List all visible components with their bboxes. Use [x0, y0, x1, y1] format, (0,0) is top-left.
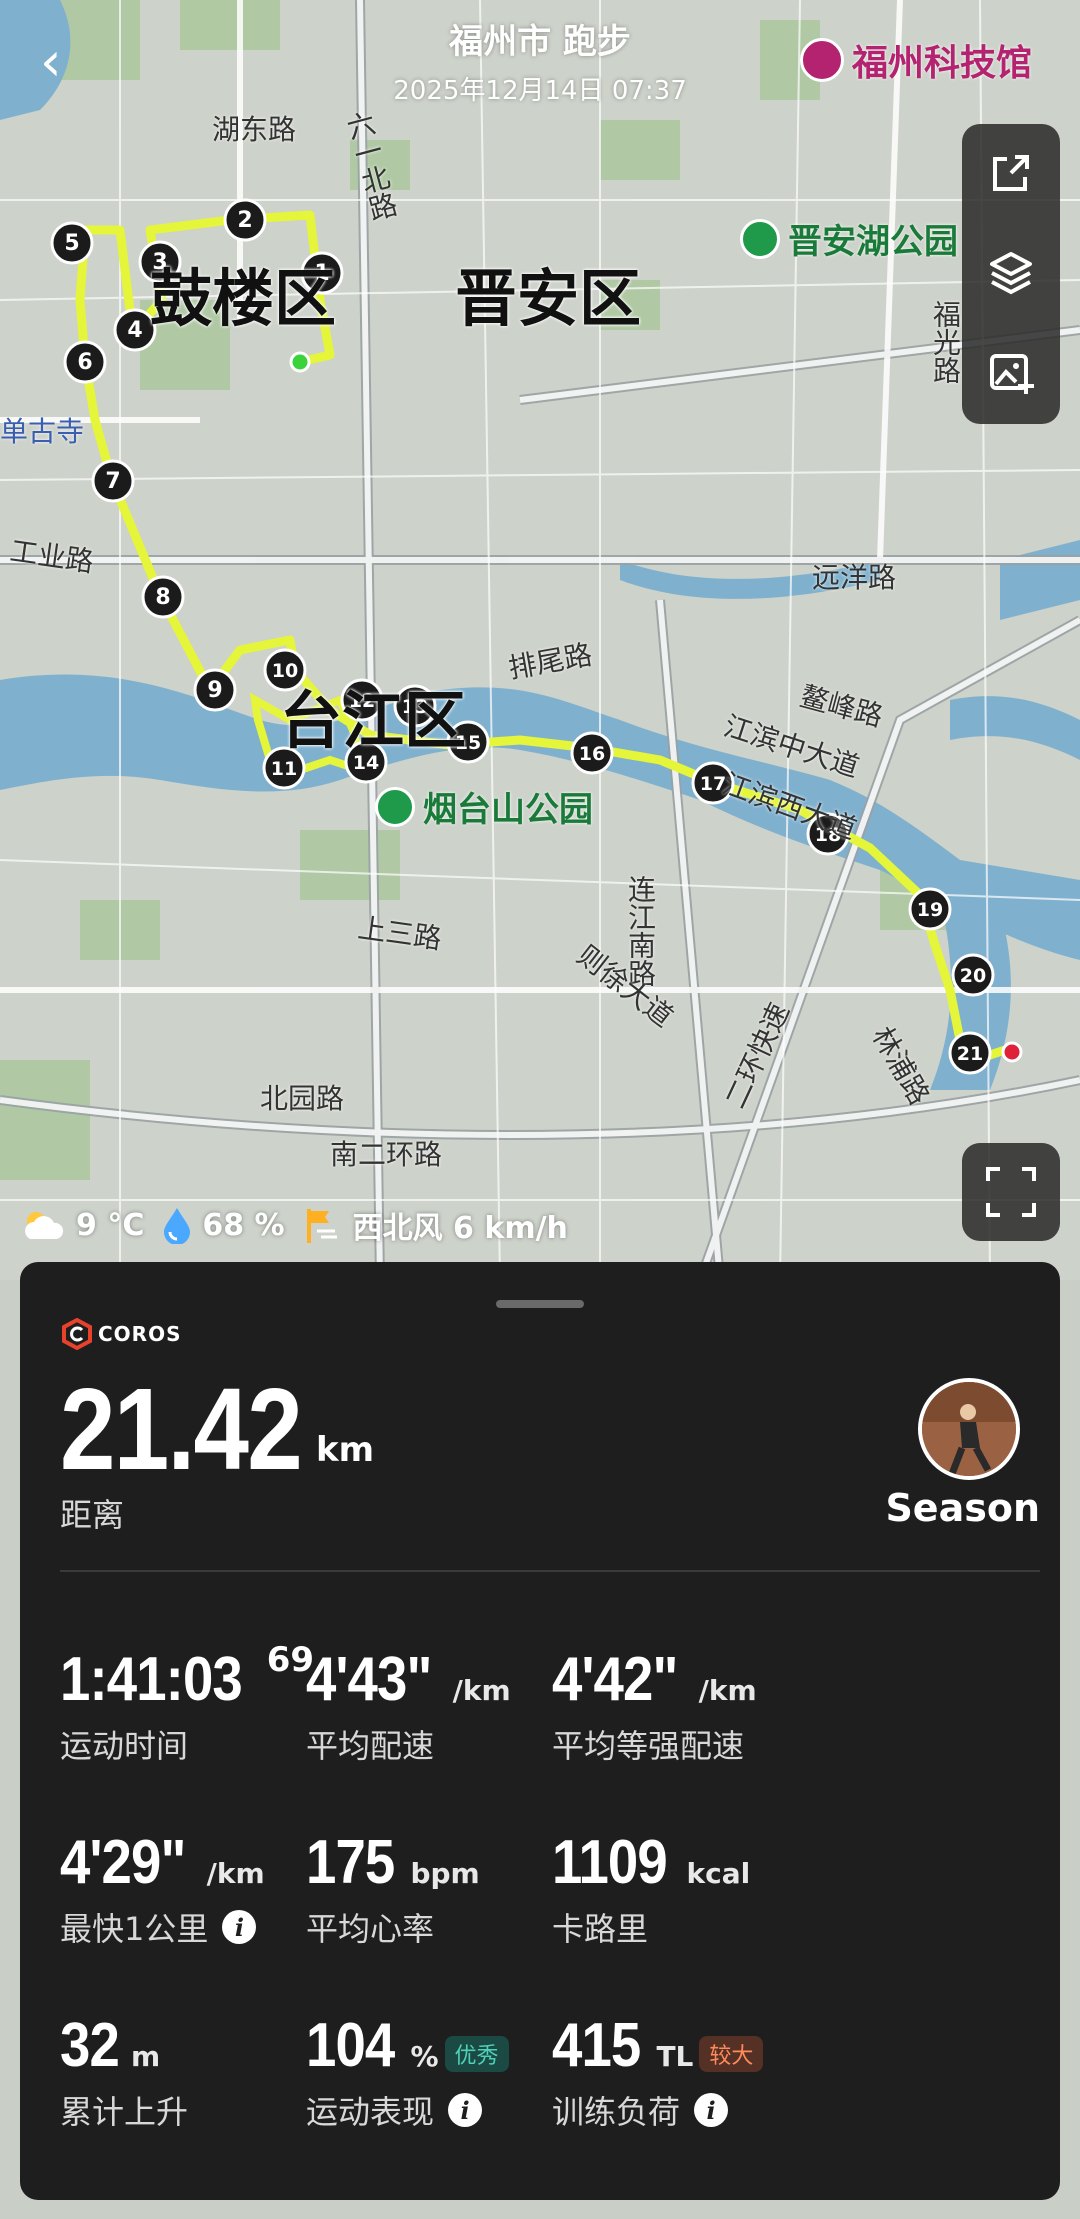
km-marker: 4	[113, 308, 157, 352]
stat-calories: 1109 kcal 卡路里	[552, 1828, 751, 1948]
info-icon[interactable]: i	[694, 2093, 729, 2127]
top-bar: ‹ 福州市 跑步 2025年12月14日 07:37	[0, 0, 1080, 120]
district-label-taijiang: 台江区	[280, 684, 467, 757]
park-icon	[375, 786, 415, 827]
map-toolbar	[962, 124, 1060, 424]
user-name: Season	[885, 1486, 1040, 1530]
add-photo-icon	[990, 354, 1034, 394]
wind-flag-icon	[306, 1209, 337, 1243]
district-label-jinan: 晋安区	[455, 262, 642, 335]
stat-training-load: 415 TL 较大 训练负荷 i	[552, 2010, 872, 2133]
status-badge: 优秀	[444, 2035, 509, 2072]
road-label-yuanyang: 远洋路	[812, 561, 897, 594]
fullscreen-button[interactable]	[962, 1143, 1060, 1241]
road-label-naner: 南二环路	[330, 1138, 443, 1171]
info-icon[interactable]: i	[448, 2093, 483, 2127]
road-label-fuguang: 福光路	[929, 300, 962, 384]
summary-card: COROS 21.42 km 距离 Season 1:41:03 69 运动时间 …	[20, 1262, 1060, 2200]
km-marker-label: 16	[579, 743, 605, 765]
distance-unit: km	[316, 1430, 375, 1470]
km-marker: 6	[63, 340, 107, 384]
weather-bar: 9 °C 68 % 西北风 6 km/h	[20, 1200, 568, 1250]
km-marker-label: 5	[64, 231, 79, 256]
km-marker-label: 8	[155, 585, 170, 610]
km-marker-label: 9	[207, 678, 222, 703]
avatar[interactable]	[918, 1378, 1020, 1480]
km-marker-label: 4	[127, 318, 142, 343]
brand-logo: COROS	[62, 1318, 182, 1350]
km-marker-label: 2	[237, 208, 252, 233]
route-map[interactable]: 1 2 3 4 5 6 7 8 9 10 11 12 13 14 15 16 17 18 19 20 21 鼓楼区 晋安…	[0, 0, 1080, 1280]
district-label-gulou: 鼓楼区	[150, 262, 337, 335]
km-marker: 16	[570, 731, 614, 775]
park-label-yantaishan: 烟台山公园	[375, 782, 593, 831]
road-label-beiyuan: 北园路	[260, 1082, 345, 1115]
info-icon[interactable]: i	[222, 1910, 257, 1944]
poi-label-temple: 单古寺	[0, 415, 85, 448]
km-marker: 20	[951, 953, 995, 997]
km-marker-label: 6	[77, 350, 92, 375]
activity-datetime: 2025年12月14日 07:37	[393, 76, 687, 106]
start-point	[289, 351, 311, 373]
layers-button[interactable]	[962, 224, 1060, 322]
weather-humidity: 68 %	[162, 1206, 285, 1244]
share-button[interactable]	[962, 124, 1060, 222]
status-badge: 较大	[699, 2035, 764, 2072]
add-photo-button[interactable]	[962, 324, 1060, 422]
weather-temp: 9 °C	[20, 1207, 144, 1243]
park-icon	[740, 218, 780, 259]
park-label-jinanhu: 晋安湖公园	[740, 214, 958, 263]
coros-logo-icon	[62, 1318, 92, 1350]
distance-label: 距离	[60, 1496, 125, 1534]
km-marker: 7	[91, 459, 135, 503]
km-marker: 21	[948, 1031, 992, 1075]
end-point	[1001, 1041, 1023, 1063]
layers-icon	[990, 252, 1032, 295]
km-marker-label: 11	[271, 758, 297, 780]
km-marker-label: 19	[917, 899, 943, 921]
km-marker: 5	[50, 221, 94, 265]
divider	[60, 1570, 1040, 1572]
weather-wind: 西北风 6 km/h	[303, 1203, 568, 1247]
stat-avg-gap-pace: 4'42"/km 平均等强配速	[552, 1645, 757, 1765]
km-marker-label: 7	[105, 469, 120, 494]
km-marker-label: 21	[957, 1043, 983, 1065]
km-marker: 19	[908, 887, 952, 931]
drag-handle[interactable]	[496, 1300, 584, 1308]
km-marker: 2	[223, 198, 267, 242]
distance-value: 21.42	[60, 1364, 303, 1494]
km-marker: 8	[141, 575, 185, 619]
page-title: 福州市 跑步	[449, 22, 631, 62]
fullscreen-icon	[986, 1167, 1036, 1217]
km-marker: 9	[193, 668, 237, 712]
share-icon	[993, 155, 1029, 191]
km-marker-label: 20	[960, 965, 986, 987]
avatar-photo	[922, 1382, 1016, 1476]
partly-cloudy-icon	[25, 1212, 64, 1239]
humidity-drop-icon	[164, 1208, 191, 1244]
